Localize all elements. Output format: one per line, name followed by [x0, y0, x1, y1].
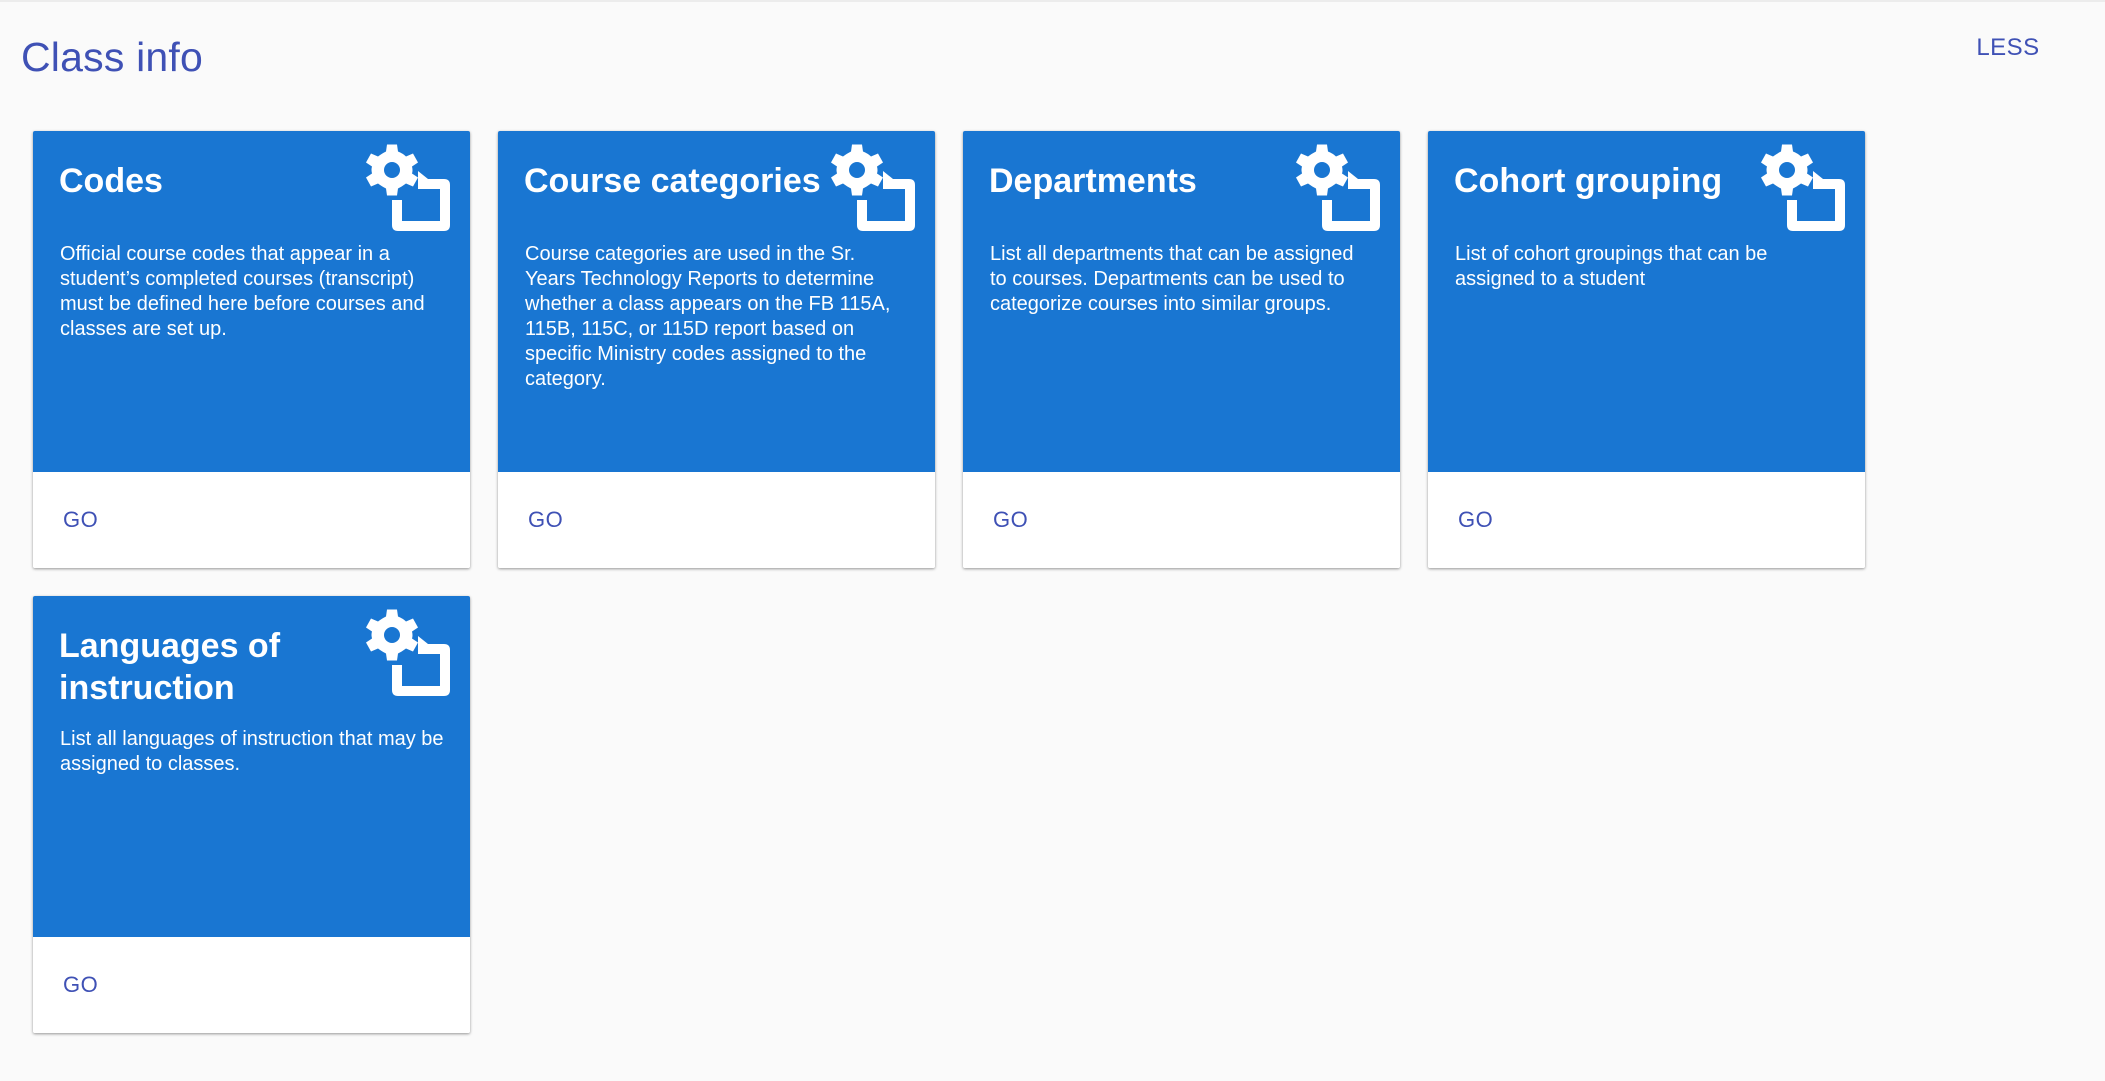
card-grid: Codes Official course codes that appear … — [33, 131, 1873, 1033]
settings-folder-icon — [831, 144, 915, 231]
card-header: Course categories Course categories are … — [498, 131, 935, 472]
card-description: List all languages of instruction that m… — [60, 728, 444, 775]
card-departments: Departments List all departments that ca… — [963, 131, 1400, 568]
card-cohort-grouping: Cohort grouping List of cohort groupings… — [1428, 131, 1865, 568]
go-button-course-categories[interactable]: GO — [516, 499, 575, 541]
card-description: List all departments that can be assigne… — [990, 243, 1354, 315]
card-footer: GO — [498, 472, 935, 568]
settings-folder-icon — [366, 609, 450, 696]
card-description: Official course codes that appear in a s… — [60, 243, 425, 340]
card-description: List of cohort groupings that can be ass… — [1455, 243, 1768, 290]
go-button-departments[interactable]: GO — [981, 499, 1040, 541]
card-footer: GO — [33, 937, 470, 1033]
card-course-categories: Course categories Course categories are … — [498, 131, 935, 568]
card-title: Course categories — [524, 162, 821, 200]
card-header: Departments List all departments that ca… — [963, 131, 1400, 472]
go-button-cohort-grouping[interactable]: GO — [1446, 499, 1505, 541]
go-button-languages-of-instruction[interactable]: GO — [51, 964, 110, 1006]
settings-folder-icon — [1761, 144, 1845, 231]
card-codes: Codes Official course codes that appear … — [33, 131, 470, 568]
card-header: Languages of instruction List all langua… — [33, 596, 470, 937]
card-title: Cohort grouping — [1454, 162, 1723, 200]
card-footer: GO — [1428, 472, 1865, 568]
card-header: Cohort grouping List of cohort groupings… — [1428, 131, 1865, 472]
card-title: Departments — [989, 162, 1197, 200]
card-description: Course categories are used in the Sr. Ye… — [525, 243, 891, 390]
card-languages-of-instruction: Languages of instruction List all langua… — [33, 596, 470, 1033]
less-button[interactable]: LESS — [1952, 28, 2064, 68]
card-header: Codes Official course codes that appear … — [33, 131, 470, 472]
go-button-codes[interactable]: GO — [51, 499, 110, 541]
card-title: Languages of instruction — [59, 627, 281, 707]
page-title: Class info — [21, 34, 204, 80]
card-footer: GO — [33, 472, 470, 568]
top-divider — [0, 0, 2105, 2]
card-footer: GO — [963, 472, 1400, 568]
settings-folder-icon — [1296, 144, 1380, 231]
card-title: Codes — [59, 162, 163, 200]
settings-folder-icon — [366, 144, 450, 231]
